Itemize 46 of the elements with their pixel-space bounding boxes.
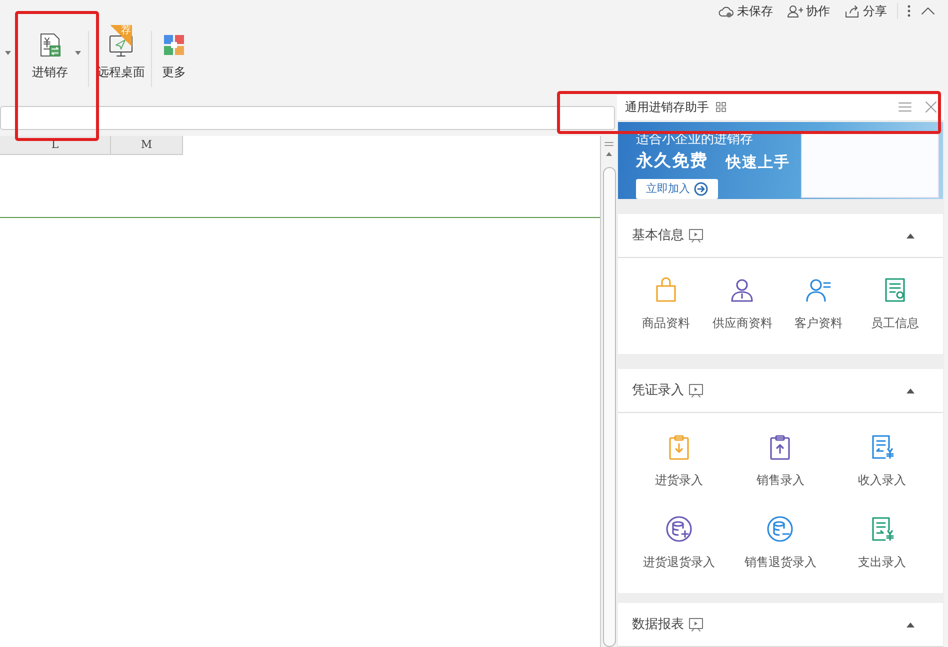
- feature-item[interactable]: 进货退货录入: [628, 515, 730, 571]
- section-title: 基本信息: [632, 226, 684, 245]
- collapse-triangle-icon[interactable]: [906, 622, 915, 628]
- collapse-triangle-icon[interactable]: [906, 388, 915, 394]
- ribbon-button[interactable]: 进销存: [26, 25, 74, 83]
- collapse-triangle-icon[interactable]: [906, 232, 915, 238]
- feature-item[interactable]: 商品资料: [628, 276, 704, 332]
- toolbar-action[interactable]: 分享: [840, 2, 891, 20]
- arrow-circle-icon: [694, 182, 708, 196]
- person-list-icon: [804, 276, 833, 304]
- feature-item[interactable]: 收入录入: [831, 433, 933, 489]
- feature-item[interactable]: 客户资料: [780, 276, 857, 332]
- video-icon[interactable]: [688, 616, 704, 632]
- caret-icon[interactable]: [74, 50, 82, 56]
- toolbar-action[interactable]: 协作: [783, 2, 834, 20]
- video-icon[interactable]: [688, 228, 704, 244]
- section-title: 凭证录入: [632, 382, 684, 400]
- ribbon-button[interactable]: 更多: [154, 25, 194, 83]
- feature-item[interactable]: 员工信息: [856, 276, 933, 332]
- feature-item[interactable]: 销售录入: [730, 433, 832, 489]
- video-icon[interactable]: [688, 382, 704, 398]
- formula-input[interactable]: [0, 106, 615, 130]
- banner-headline: 快速上手: [726, 152, 790, 173]
- feature-item[interactable]: 进货录入: [628, 433, 730, 489]
- menu-icon[interactable]: [898, 101, 912, 114]
- panel-title: 通用进销存助手: [625, 99, 709, 116]
- column-header[interactable]: M: [111, 136, 183, 155]
- share-icon: [844, 4, 860, 18]
- cloud-icon: [718, 4, 734, 18]
- grip-icon[interactable]: [604, 141, 614, 147]
- feature-item[interactable]: 销售退货录入: [730, 515, 832, 571]
- section-title: 数据报表: [632, 616, 684, 634]
- database-minus-icon: [766, 515, 794, 543]
- scroll-up-icon[interactable]: [605, 151, 613, 157]
- feature-item[interactable]: 供应商资料: [704, 276, 780, 332]
- feature-item[interactable]: 支出录入: [831, 515, 933, 571]
- toolbar-action[interactable]: 未保存: [714, 2, 777, 20]
- add-person-icon: [787, 4, 803, 18]
- recommend-badge: 荐: [110, 25, 132, 47]
- database-plus-icon: [664, 515, 693, 543]
- caret-icon[interactable]: [4, 50, 12, 56]
- join-button[interactable]: 立即加入: [636, 178, 718, 199]
- grid-icon[interactable]: [715, 101, 727, 114]
- banner-headline: 永久免费: [636, 150, 708, 173]
- close-icon[interactable]: [924, 100, 938, 114]
- scrollbar-thumb[interactable]: [602, 167, 616, 647]
